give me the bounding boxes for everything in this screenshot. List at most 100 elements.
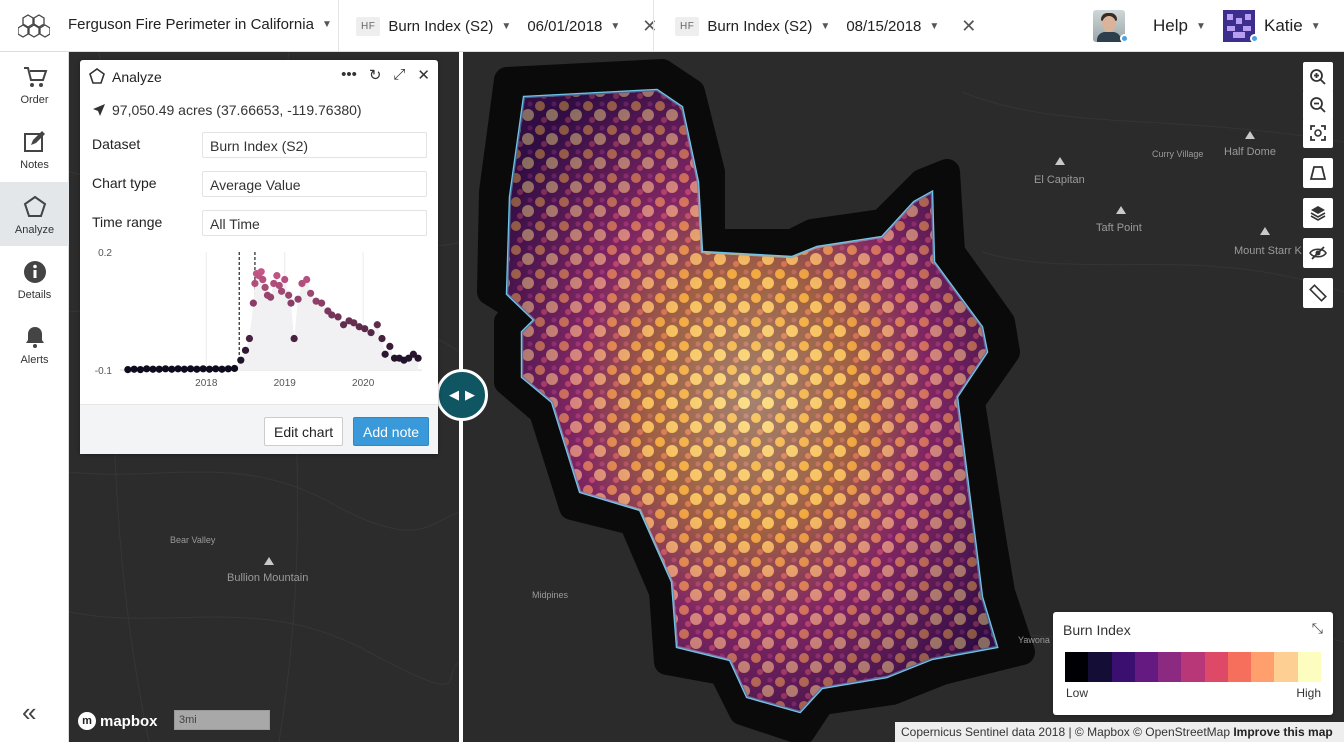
- edit-chart-button[interactable]: Edit chart: [264, 417, 344, 446]
- data-point: [230, 364, 239, 373]
- data-point: [386, 342, 394, 350]
- project-selector[interactable]: Ferguson Fire Perimeter in California ▼: [68, 16, 332, 33]
- zoom-out-icon: [1310, 97, 1326, 113]
- app-logo-icon[interactable]: [18, 12, 50, 40]
- data-point: [317, 299, 326, 307]
- attribution-text[interactable]: Copernicus Sentinel data 2018 | © Mapbox…: [901, 725, 1230, 739]
- expand-icon[interactable]: ⤢: [393, 66, 405, 84]
- data-point: [180, 365, 188, 373]
- bell-icon: [25, 327, 44, 348]
- data-point: [124, 366, 132, 374]
- burn-index-chart[interactable]: 0.2 -0.1 2018 2019 2020: [80, 242, 438, 404]
- sidebar-item-label: Order: [20, 94, 49, 106]
- layer-selector-right[interactable]: HF Burn Index (S2) ▼ 08/15/2018 ▼ ✕: [675, 14, 976, 38]
- help-menu[interactable]: Help ▼: [1153, 16, 1206, 36]
- hide-layers-button[interactable]: [1303, 238, 1333, 268]
- chart-type-field[interactable]: Average Value: [202, 171, 427, 197]
- cart-icon: [23, 67, 47, 87]
- user-name: Katie: [1264, 16, 1303, 35]
- data-point: [174, 365, 182, 373]
- sidebar-item-analyze[interactable]: Analyze: [0, 182, 69, 246]
- pentagon-icon: [89, 68, 105, 84]
- mapbox-icon: m: [78, 712, 96, 730]
- zoom-in-button[interactable]: [1303, 62, 1333, 92]
- close-icon[interactable]: ✕: [642, 16, 657, 37]
- sidebar-item-label: Details: [17, 289, 52, 301]
- data-point: [251, 279, 259, 288]
- collapse-legend-icon[interactable]: ⤡: [1312, 620, 1323, 637]
- swipe-handle[interactable]: ◀ ▶: [436, 369, 488, 421]
- collapse-sidebar-icon[interactable]: «: [22, 697, 36, 728]
- ramp-swatch: [1111, 652, 1135, 682]
- layer-selector-left[interactable]: HF Burn Index (S2) ▼ 06/01/2018 ▼ ✕: [356, 14, 657, 38]
- ramp-swatch: [1065, 652, 1089, 682]
- data-point: [307, 289, 315, 297]
- dataset-field[interactable]: Burn Index (S2): [202, 132, 427, 158]
- sidebar-item-label: Alerts: [20, 354, 49, 366]
- data-point: [361, 325, 369, 333]
- mapbox-logo[interactable]: m mapbox: [78, 712, 158, 730]
- map-label: Bear Valley: [170, 535, 216, 545]
- panel-title: Analyze: [112, 69, 162, 85]
- burn-index-legend: Burn Index ⤡ Low High: [1053, 612, 1333, 715]
- layer-date[interactable]: 08/15/2018: [846, 18, 921, 35]
- chevron-down-icon[interactable]: ▼: [610, 21, 620, 32]
- user-menu[interactable]: Katie ▼: [1264, 16, 1321, 36]
- chevron-down-icon[interactable]: ▼: [501, 21, 511, 32]
- measure-button[interactable]: [1303, 278, 1333, 308]
- location-text: 97,050.49 acres (37.66653, -119.76380): [112, 102, 362, 118]
- data-point: [281, 275, 289, 284]
- data-point: [136, 366, 144, 374]
- chevron-down-icon: ▼: [1310, 20, 1321, 32]
- peak-icon: [1055, 157, 1065, 165]
- close-icon[interactable]: ✕: [961, 16, 976, 37]
- zoom-in-icon: [1310, 69, 1326, 85]
- pentagon-icon: [23, 195, 46, 217]
- data-point: [367, 329, 375, 337]
- time-range-row: Time range All Time: [92, 210, 427, 236]
- more-options-icon[interactable]: •••: [341, 66, 357, 84]
- layers-icon: [1310, 206, 1326, 221]
- map-label: Midpines: [532, 590, 569, 600]
- draw-shape-button[interactable]: [1303, 158, 1333, 188]
- panel-header: Analyze ••• ↻ ⤢ ✕: [80, 60, 438, 92]
- sidebar-item-order[interactable]: Order: [0, 52, 69, 116]
- data-point: [241, 346, 250, 354]
- improve-map-link[interactable]: Improve this map: [1233, 725, 1332, 739]
- layers-button[interactable]: [1303, 198, 1333, 228]
- online-status-dot: [1120, 34, 1129, 43]
- fit-bounds-button[interactable]: [1303, 118, 1333, 148]
- location-arrow-icon: [93, 104, 105, 116]
- refresh-icon[interactable]: ↻: [369, 66, 382, 84]
- fit-bounds-icon: [1310, 125, 1326, 141]
- data-point: [267, 293, 275, 301]
- sidebar-item-details[interactable]: Details: [0, 247, 69, 311]
- help-label: Help: [1153, 16, 1188, 35]
- data-point: [259, 275, 267, 284]
- sidebar-item-alerts[interactable]: Alerts: [0, 312, 69, 376]
- data-point: [199, 365, 207, 373]
- time-range-field[interactable]: All Time: [202, 210, 427, 236]
- data-point: [186, 365, 195, 373]
- data-point: [161, 365, 170, 373]
- ramp-swatch: [1134, 652, 1159, 682]
- chevron-down-icon[interactable]: ▼: [820, 21, 830, 32]
- x-tick-label: 2019: [274, 378, 297, 389]
- close-icon[interactable]: ✕: [417, 66, 430, 84]
- data-point: [218, 365, 226, 373]
- zoom-out-button[interactable]: [1303, 90, 1333, 120]
- chevron-down-icon[interactable]: ▼: [929, 21, 939, 32]
- chart-type-label: Chart type: [92, 175, 157, 191]
- project-title: Ferguson Fire Perimeter in California: [68, 16, 314, 33]
- ramp-swatch: [1204, 652, 1228, 682]
- data-point: [378, 334, 386, 343]
- chart-type-row: Chart type Average Value: [92, 171, 427, 197]
- top-bar: Ferguson Fire Perimeter in California ▼ …: [0, 0, 1344, 52]
- data-point: [193, 365, 201, 373]
- ramp-swatch: [1227, 652, 1252, 682]
- data-point: [273, 272, 281, 280]
- sidebar-item-notes[interactable]: Notes: [0, 117, 69, 181]
- layer-date[interactable]: 06/01/2018: [527, 18, 602, 35]
- data-point: [334, 313, 342, 321]
- add-note-button[interactable]: Add note: [353, 417, 430, 446]
